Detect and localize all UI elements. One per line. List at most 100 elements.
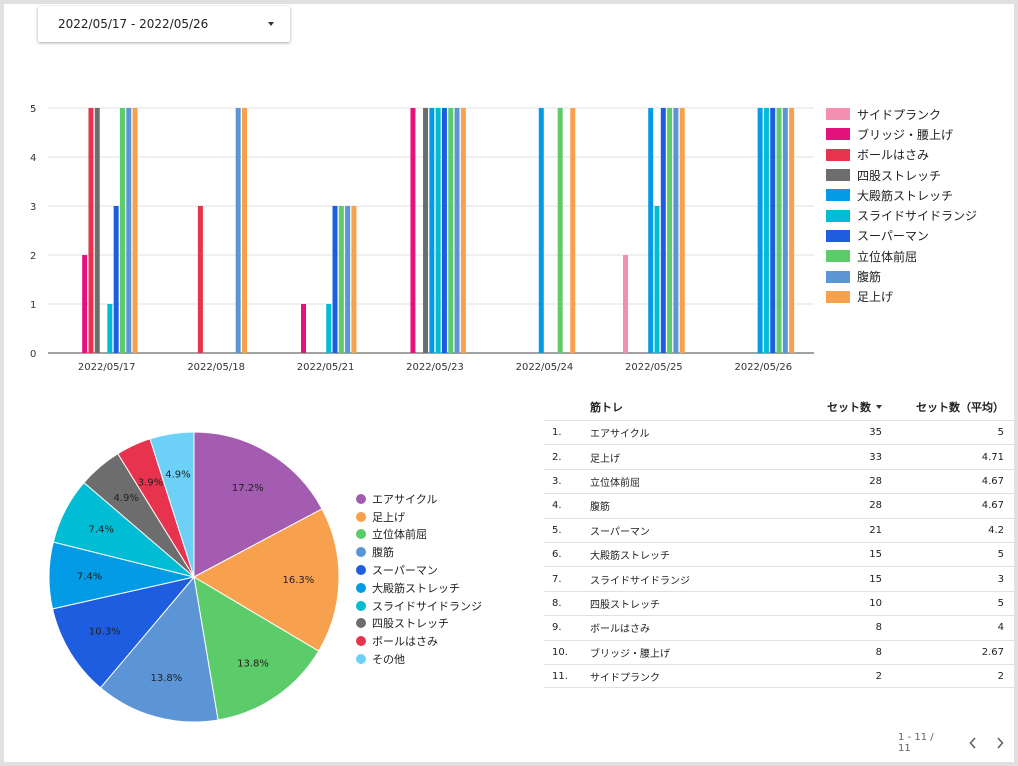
cell-index: 9. <box>552 622 562 634</box>
legend-swatch <box>826 270 850 283</box>
cell-exercise: 立位体前屈 <box>590 477 640 489</box>
table-row: 1. エアサイクル 35 5 <box>544 420 1014 444</box>
legend-item[interactable]: 足上げ <box>826 287 977 307</box>
bar <box>770 108 776 353</box>
bar-chart-legend: サイドプランク ブリッジ・腰上げ ボールはさみ四股ストレッチ大殿筋ストレッチ スライド… <box>826 104 977 307</box>
cell-index: 4. <box>552 500 562 512</box>
legend-label: エアサイクル <box>372 492 438 506</box>
chevron-left-icon <box>969 737 976 749</box>
header-sets[interactable]: セット数 <box>760 399 882 415</box>
prev-page-button[interactable] <box>960 733 987 753</box>
table-row: 5. スーパーマン 21 4.2 <box>544 517 1014 542</box>
table-row: 6. 大殿筋ストレッチ 15 5 <box>544 541 1014 566</box>
cell-sets: 10 <box>869 597 882 609</box>
legend-item[interactable]: 四股ストレッチ <box>826 165 977 185</box>
bar <box>679 108 685 353</box>
legend-item[interactable]: 足上げ <box>356 508 482 526</box>
legend-item[interactable]: 大殿筋ストレッチ <box>356 579 482 597</box>
legend-swatch <box>826 148 850 161</box>
table-row: 4. 腹筋 28 4.67 <box>544 493 1014 517</box>
table-row: 2. 足上げ 33 4.71 <box>544 444 1014 468</box>
legend-item[interactable]: 大殿筋ストレッチ <box>826 185 977 205</box>
chevron-right-icon <box>997 737 1005 749</box>
cell-sets: 8 <box>875 622 882 634</box>
legend-item[interactable]: ブリッジ・腰上げ <box>826 124 977 144</box>
cell-sets-avg: 2.67 <box>981 646 1004 658</box>
legend-item[interactable]: スーパーマン <box>356 561 482 579</box>
bar <box>538 108 544 353</box>
bar <box>757 108 763 353</box>
cell-sets: 2 <box>875 670 882 682</box>
legend-swatch <box>826 189 850 202</box>
cell-index: 2. <box>552 451 562 463</box>
cell-exercise: エアサイクル <box>590 429 650 441</box>
pie-slice-label: 4.9% <box>165 469 190 480</box>
legend-swatch <box>826 250 850 263</box>
cell-exercise: サイドプランク <box>590 672 660 684</box>
cell-sets-avg: 4.67 <box>981 475 1004 487</box>
legend-item[interactable]: ボールはさみ <box>356 632 482 650</box>
header-sets-avg[interactable]: セット数（平均） <box>882 399 1006 415</box>
x-tick-label: 2022/05/26 <box>734 362 792 373</box>
legend-dot <box>356 618 366 629</box>
bar <box>673 108 679 353</box>
y-tick-label: 0 <box>30 349 36 360</box>
date-range-picker[interactable]: 2022/05/17 - 2022/05/26 <box>38 6 290 42</box>
bar <box>82 255 88 353</box>
legend-item[interactable]: サイドプランク <box>826 104 977 124</box>
legend-item[interactable]: ボールはさみ <box>826 145 977 165</box>
legend-item[interactable]: 立位体前屈 <box>826 246 977 266</box>
legend-swatch <box>826 128 850 141</box>
legend-dot <box>356 511 366 522</box>
legend-dot <box>356 600 366 611</box>
legend-item[interactable]: スライドサイドランジ <box>356 597 482 615</box>
bar <box>623 255 629 353</box>
cell-sets: 15 <box>869 573 882 585</box>
bar <box>429 108 435 353</box>
cell-sets: 21 <box>869 524 882 536</box>
cell-exercise: 腹筋 <box>590 502 610 514</box>
table-row: 10. ブリッジ・腰上げ 8 2.67 <box>544 639 1014 664</box>
pie-chart: 17.2% 16.3% 13.8% 13.8% 10.3% 7.4% 7.4% 4.9%3.9… <box>48 431 340 723</box>
cell-index: 3. <box>552 475 562 487</box>
y-tick-label: 2 <box>30 251 36 262</box>
bar <box>351 206 357 353</box>
legend-item[interactable]: その他 <box>356 650 482 668</box>
legend-swatch <box>826 229 850 242</box>
bar <box>338 206 344 353</box>
legend-item[interactable]: スーパーマン <box>826 226 977 246</box>
next-page-button[interactable] <box>987 733 1014 753</box>
pie-slice-label: 16.3% <box>282 575 314 586</box>
bar <box>667 108 673 353</box>
x-tick-label: 2022/05/24 <box>516 362 574 373</box>
x-tick-label: 2022/05/17 <box>78 362 136 373</box>
legend-item[interactable]: スライドサイドランジ <box>826 205 977 225</box>
bar <box>410 108 416 353</box>
header-exercise[interactable]: 筋トレ <box>590 399 760 415</box>
legend-item[interactable]: 腹筋 <box>826 266 977 286</box>
cell-index: 8. <box>552 597 562 609</box>
bar <box>345 206 351 353</box>
legend-swatch <box>826 209 850 222</box>
bar <box>423 108 429 353</box>
bar <box>789 108 795 353</box>
cell-sets: 28 <box>869 475 882 487</box>
legend-item[interactable]: 腹筋 <box>356 543 482 561</box>
legend-label: 四股ストレッチ <box>857 168 942 183</box>
legend-item[interactable]: 四股ストレッチ <box>356 615 482 633</box>
cell-sets-avg: 5 <box>997 427 1004 439</box>
bar <box>197 206 203 353</box>
table-header: 筋トレ セット数 セット数（平均） <box>544 394 1014 420</box>
cell-sets-avg: 4.2 <box>988 524 1004 536</box>
legend-label: 立位体前屈 <box>857 249 918 264</box>
exercise-table: 筋トレ セット数 セット数（平均） 1. エアサイクル 35 5 2. 足上げ 33 4.71… <box>544 394 1014 689</box>
cell-sets-avg: 5 <box>997 597 1004 609</box>
cell-sets-avg: 4 <box>997 622 1004 634</box>
legend-item[interactable]: 立位体前屈 <box>356 526 482 544</box>
table-body: 1. エアサイクル 35 5 2. 足上げ 33 4.71 3. 立位体前屈 28 4.67 4. 腹筋 2… <box>544 420 1014 689</box>
legend-item[interactable]: エアサイクル <box>356 490 482 508</box>
x-tick-label: 2022/05/21 <box>297 362 355 373</box>
cell-exercise: スライドサイドランジ <box>590 575 690 587</box>
cell-index: 1. <box>552 427 562 439</box>
pie-slice-label: 7.4% <box>77 571 102 582</box>
